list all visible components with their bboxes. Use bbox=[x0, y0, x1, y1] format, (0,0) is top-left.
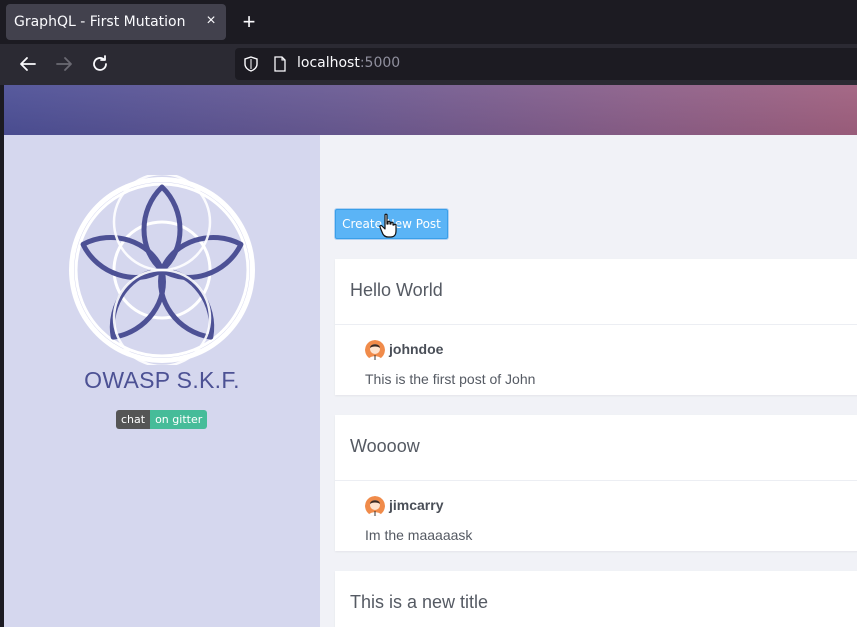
browser-nav-bar: localhost:5000 bbox=[0, 44, 857, 85]
back-arrow-icon[interactable] bbox=[16, 52, 40, 76]
post-title: Woooow bbox=[350, 436, 420, 456]
post-content: This is the first post of John bbox=[365, 371, 536, 387]
hand-pointer-cursor-icon bbox=[379, 213, 397, 238]
post-card: This is a new title bbox=[335, 571, 857, 627]
post-card: Woooow jimcarry Im the maaaaask bbox=[335, 415, 857, 551]
user-avatar-icon bbox=[365, 496, 385, 516]
close-tab-icon[interactable]: × bbox=[204, 12, 218, 30]
url-text: localhost:5000 bbox=[297, 55, 400, 71]
post-card: Hello World johndoe This is the first po… bbox=[335, 259, 857, 395]
reload-icon[interactable] bbox=[88, 52, 112, 76]
post-header: This is a new title bbox=[335, 571, 857, 627]
url-port: :5000 bbox=[359, 55, 401, 71]
browser-tab-bar: GraphQL - First Mutation × + bbox=[0, 0, 857, 44]
page-viewport: OWASP S.K.F. chat on gitter Create New P… bbox=[4, 85, 857, 627]
owasp-skf-logo bbox=[69, 175, 255, 365]
shield-icon[interactable] bbox=[243, 56, 259, 72]
header-banner bbox=[4, 85, 857, 135]
user-avatar-icon bbox=[365, 340, 385, 360]
tab-title: GraphQL - First Mutation bbox=[14, 14, 186, 30]
post-body: johndoe This is the first post of John bbox=[335, 325, 857, 395]
post-header: Hello World bbox=[335, 259, 857, 325]
sidebar: OWASP S.K.F. chat on gitter bbox=[4, 135, 320, 627]
brand-name: OWASP S.K.F. bbox=[84, 367, 240, 393]
url-bar[interactable]: localhost:5000 bbox=[235, 48, 857, 80]
url-host: localhost bbox=[297, 55, 360, 71]
badge-value: on gitter bbox=[150, 410, 208, 429]
badge-label: chat bbox=[116, 410, 151, 429]
post-header: Woooow bbox=[335, 415, 857, 481]
post-title: This is a new title bbox=[350, 592, 489, 612]
gitter-chat-badge[interactable]: chat on gitter bbox=[116, 410, 208, 429]
page-info-icon[interactable] bbox=[273, 56, 287, 72]
forward-arrow-icon[interactable] bbox=[52, 52, 76, 76]
post-author: jimcarry bbox=[389, 497, 444, 513]
new-tab-button[interactable]: + bbox=[238, 10, 260, 34]
post-content: Im the maaaaask bbox=[365, 527, 473, 543]
main-content: Create New Post Hello World johndoe This… bbox=[320, 135, 857, 627]
post-author: johndoe bbox=[389, 341, 444, 357]
post-title: Hello World bbox=[350, 280, 443, 300]
post-body: jimcarry Im the maaaaask bbox=[335, 481, 857, 551]
browser-tab-active[interactable]: GraphQL - First Mutation × bbox=[6, 4, 226, 40]
